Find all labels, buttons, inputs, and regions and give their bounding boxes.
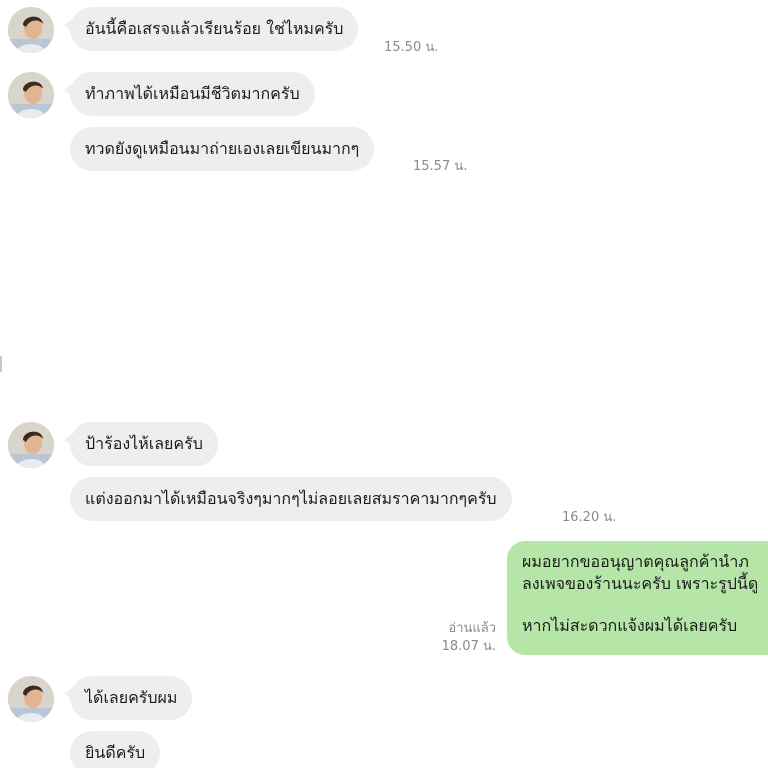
message-time: 18.07 น. [441, 639, 496, 654]
contact-avatar-icon[interactable] [8, 72, 54, 118]
message-time: 15.50 น. [384, 40, 439, 55]
outgoing-line: ลงเพจของร้านนะครับ เพราะรูปนี้ดู [522, 574, 759, 593]
contact-avatar-icon[interactable] [8, 676, 54, 722]
outgoing-line: หากไม่สะดวกแจ้งผมได้เลยครับ [522, 616, 738, 635]
contact-avatar-icon[interactable] [8, 7, 54, 53]
message-bubble[interactable]: ทำภาพได้เหมือนมีชีวิตมากครับ [64, 72, 315, 116]
message-time: 15.57 น. [413, 159, 468, 174]
message-bubble[interactable]: ยินดีครับ [70, 731, 161, 768]
outgoing-message-bubble[interactable]: ผมอยากขออนุญาตคุณลูกค้านำภ ลงเพจของร้านน… [507, 541, 768, 655]
message-bubble[interactable]: อันนี้คือเสรจแล้วเรียนร้อย ใช่ไหมครับ [63, 7, 359, 51]
message-bubble[interactable]: ได้เลยครับผม [63, 676, 193, 720]
read-label: อ่านแล้ว [448, 621, 496, 636]
outgoing-line: ผมอยากขออนุญาตคุณลูกค้านำภ [522, 552, 749, 571]
chat-screen: อันนี้คือเสรจแล้วเรียนร้อย ใช่ไหมครับ 15… [0, 0, 768, 768]
message-bubble[interactable]: ทวดยังดูเหมือนมาถ่ายเองเลยเขียนมากๆ [70, 127, 375, 171]
message-bubble[interactable]: แต่งออกมาได้เหมือนจริงๆมากๆไม่ลอยเลยสมรา… [70, 477, 512, 521]
read-receipt: อ่านแล้ว 18.07 น. [428, 620, 496, 656]
message-bubble[interactable]: ป้าร้องไห้เลยครับ [64, 422, 218, 466]
message-time: 16.20 น. [562, 510, 617, 525]
scroll-edge-indicator [0, 356, 2, 372]
contact-avatar-icon[interactable] [8, 422, 54, 468]
